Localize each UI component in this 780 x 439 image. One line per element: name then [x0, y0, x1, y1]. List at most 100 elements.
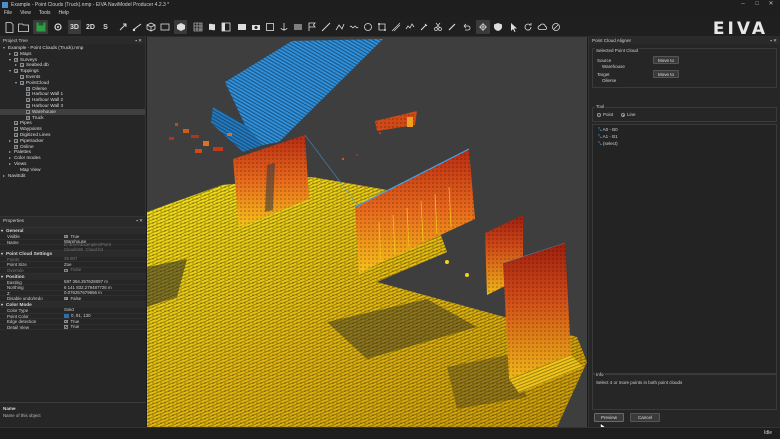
line-radio-circle[interactable] [621, 112, 625, 117]
s-view-button[interactable]: S [100, 20, 111, 34]
camera-icon[interactable] [131, 20, 143, 34]
pointer-icon[interactable] [508, 20, 520, 34]
shield-icon[interactable] [492, 20, 504, 34]
property-section-header[interactable]: Color Mode [0, 301, 146, 308]
pin-icon[interactable]: ▪ ✕ [135, 38, 142, 44]
save-icon[interactable] [33, 20, 48, 34]
point-radio[interactable]: Point [597, 112, 613, 117]
3d-view-button[interactable]: 3D [68, 20, 81, 34]
property-checkbox[interactable] [64, 325, 68, 329]
frame-icon[interactable] [264, 20, 276, 34]
measure-icon[interactable] [390, 20, 402, 34]
expand-arrow-icon[interactable]: ▸ [3, 173, 5, 179]
preview-button[interactable]: Preview [594, 413, 624, 422]
maximize-button[interactable]: □ [750, 0, 764, 9]
visibility-checkbox[interactable] [14, 52, 18, 57]
wave-icon[interactable] [348, 20, 360, 34]
point-radio-circle[interactable] [597, 112, 601, 117]
visibility-checkbox[interactable] [26, 98, 30, 104]
color-swatch[interactable] [64, 314, 69, 318]
new-file-icon[interactable] [3, 20, 16, 34]
tool-icon[interactable] [418, 20, 430, 34]
open-folder-icon[interactable] [17, 20, 30, 34]
property-value[interactable]: Solid [64, 307, 146, 313]
tree-item[interactable]: ▸ NaviEdit [0, 173, 145, 179]
profile-icon[interactable] [404, 20, 416, 34]
cancel-button[interactable]: Cancel [630, 413, 660, 422]
pin-icon[interactable]: ▪ ✕ [136, 218, 143, 224]
3d-viewport[interactable] [147, 37, 587, 427]
menu-tools[interactable]: Tools [35, 10, 55, 16]
property-section-header[interactable]: Point Cloud Settings [0, 250, 146, 257]
property-checkbox[interactable]: ✕ [64, 268, 68, 272]
visibility-checkbox[interactable] [14, 57, 18, 63]
line-radio[interactable]: Line [621, 112, 636, 117]
anchor-icon[interactable] [278, 20, 290, 34]
source-move-to-button[interactable]: Move to [653, 56, 679, 64]
2d-view-button[interactable]: 2D [84, 20, 97, 34]
visibility-checkbox[interactable] [14, 127, 18, 133]
property-value[interactable]: ✕ False [64, 296, 146, 301]
menu-help[interactable]: Help [55, 10, 73, 16]
contour-icon[interactable] [362, 20, 374, 34]
menu-file[interactable]: File [0, 10, 16, 16]
property-section-header[interactable]: General [0, 228, 146, 234]
palette-icon[interactable] [174, 20, 187, 34]
property-value[interactable]: 6 141 832.279487726 m [64, 285, 146, 290]
visibility-checkbox[interactable] [26, 104, 30, 110]
polygon-icon[interactable] [376, 20, 388, 34]
property-value[interactable]: True [64, 324, 146, 329]
polyline-icon[interactable] [334, 20, 346, 34]
point-pairs-list[interactable]: ⤡ A0 - B0 ⤡ A1 - B1 ⤡ (select) [592, 124, 777, 374]
point-cloud-scene[interactable] [147, 37, 587, 427]
cloud-sync-icon[interactable] [536, 20, 548, 34]
diagonal-icon[interactable] [320, 20, 332, 34]
close-button[interactable]: ✕ [764, 0, 778, 9]
visibility-checkbox[interactable] [26, 92, 30, 98]
property-row[interactable]: Detail View True [0, 324, 146, 331]
visibility-checkbox[interactable] [14, 144, 18, 150]
map-icon[interactable] [206, 20, 218, 34]
visibility-checkbox[interactable] [20, 63, 24, 69]
property-section-header[interactable]: Position [0, 273, 146, 280]
brush-icon[interactable] [446, 20, 458, 34]
property-checkbox[interactable] [64, 319, 68, 324]
refresh-icon[interactable] [522, 20, 534, 34]
navigate-icon[interactable] [117, 20, 129, 34]
property-value[interactable]: ✕ False [64, 267, 146, 273]
property-value[interactable]: 35 807 [64, 256, 146, 262]
grid-icon[interactable] [192, 20, 204, 34]
visibility-checkbox[interactable] [26, 86, 30, 92]
stop-icon[interactable] [550, 20, 562, 34]
stack-icon[interactable] [292, 20, 304, 34]
property-value[interactable]: 587 394.257628097 m [64, 279, 146, 285]
image-icon[interactable] [236, 20, 248, 34]
pair-item[interactable]: ⤡ (select) [598, 141, 618, 146]
layout-icon[interactable] [220, 20, 232, 34]
property-value[interactable]: 0, 91, 130 [64, 313, 146, 319]
property-value[interactable]: D:\EIVA\Examples\Point Clouds\W_Cloud.fp… [64, 242, 146, 253]
property-checkbox[interactable]: ✕ [64, 296, 68, 300]
visibility-checkbox[interactable] [14, 133, 18, 139]
visibility-checkbox[interactable] [20, 75, 24, 81]
align-icon[interactable] [476, 20, 490, 34]
pair-item[interactable]: ⤡ A1 - B1 [598, 134, 618, 139]
visibility-checkbox[interactable] [26, 110, 30, 115]
layers-icon[interactable] [159, 20, 171, 34]
target-move-to-button[interactable]: Move to [653, 70, 679, 78]
visibility-checkbox[interactable] [26, 115, 30, 121]
property-value[interactable]: True [64, 234, 146, 239]
visibility-checkbox[interactable] [14, 69, 18, 75]
visibility-checkbox[interactable] [14, 121, 18, 127]
flag-icon[interactable] [306, 20, 318, 34]
settings-icon[interactable] [52, 20, 64, 34]
undo-icon[interactable] [460, 20, 472, 34]
pair-item[interactable]: ⤡ A0 - B0 [598, 127, 618, 132]
property-value[interactable]: Zoe [64, 262, 146, 267]
close-icon[interactable]: ▪ ✕ [770, 38, 777, 44]
minimize-button[interactable]: – [736, 0, 750, 9]
visibility-checkbox[interactable] [20, 81, 24, 86]
cube-icon[interactable] [145, 20, 157, 34]
cut-icon[interactable] [432, 20, 444, 34]
property-value[interactable]: 0.076257679656 m [64, 290, 146, 296]
